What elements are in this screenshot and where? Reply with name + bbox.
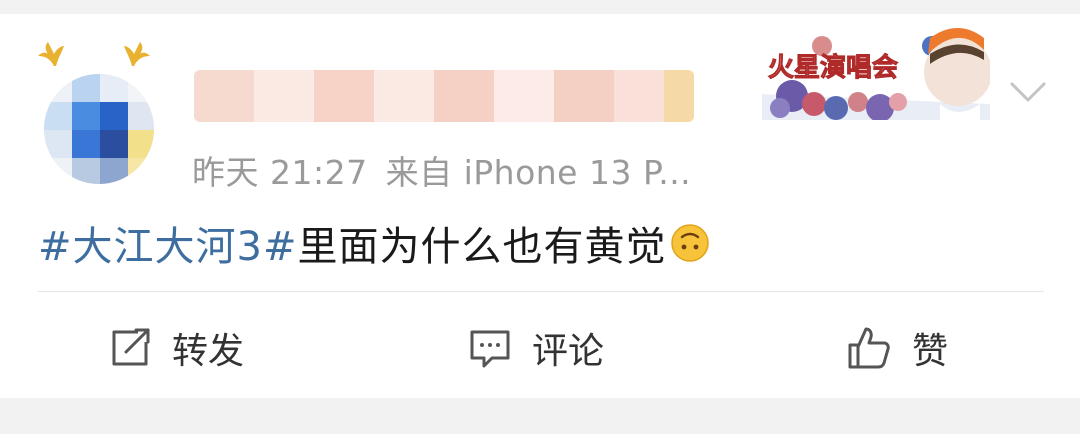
comment-icon <box>470 330 510 368</box>
upside-down-face-icon <box>671 224 710 262</box>
post-card: 昨天 21:27 来自 iPhone 13 P... 火星演唱会 #大江大河3#… <box>0 14 1080 398</box>
repost-button[interactable]: 转发 <box>108 320 244 376</box>
antler-left-icon <box>38 42 64 66</box>
username[interactable] <box>194 70 694 122</box>
post-meta: 昨天 21:27 来自 iPhone 13 P... <box>192 146 709 194</box>
post-source[interactable]: 来自 iPhone 13 P... <box>386 153 692 192</box>
avatar[interactable] <box>34 38 164 188</box>
chevron-down-icon[interactable] <box>1008 78 1048 108</box>
post-time: 昨天 21:27 <box>192 153 368 192</box>
comment-label: 评论 <box>532 331 605 372</box>
thumbs-up-icon <box>848 327 890 369</box>
badge-art-icon: 火星演唱会 <box>762 24 990 120</box>
like-label: 赞 <box>912 331 949 372</box>
antler-right-icon <box>124 42 150 66</box>
like-button[interactable]: 赞 <box>846 320 948 376</box>
concert-badge[interactable]: 火星演唱会 <box>762 24 990 120</box>
post-text: #大江大河3# 里面为什么也有黄觉 <box>38 214 710 272</box>
repost-label: 转发 <box>172 331 245 372</box>
badge-text: 火星演唱会 <box>768 52 898 83</box>
avatar-image <box>44 74 154 184</box>
repost-icon <box>112 328 150 366</box>
weibo-post-page: 昨天 21:27 来自 iPhone 13 P... 火星演唱会 #大江大河3#… <box>0 0 1080 434</box>
comment-button[interactable]: 评论 <box>468 320 604 376</box>
post-content: 里面为什么也有黄觉 <box>297 224 667 270</box>
divider <box>38 291 1044 292</box>
hashtag-link[interactable]: #大江大河3# <box>38 214 297 272</box>
